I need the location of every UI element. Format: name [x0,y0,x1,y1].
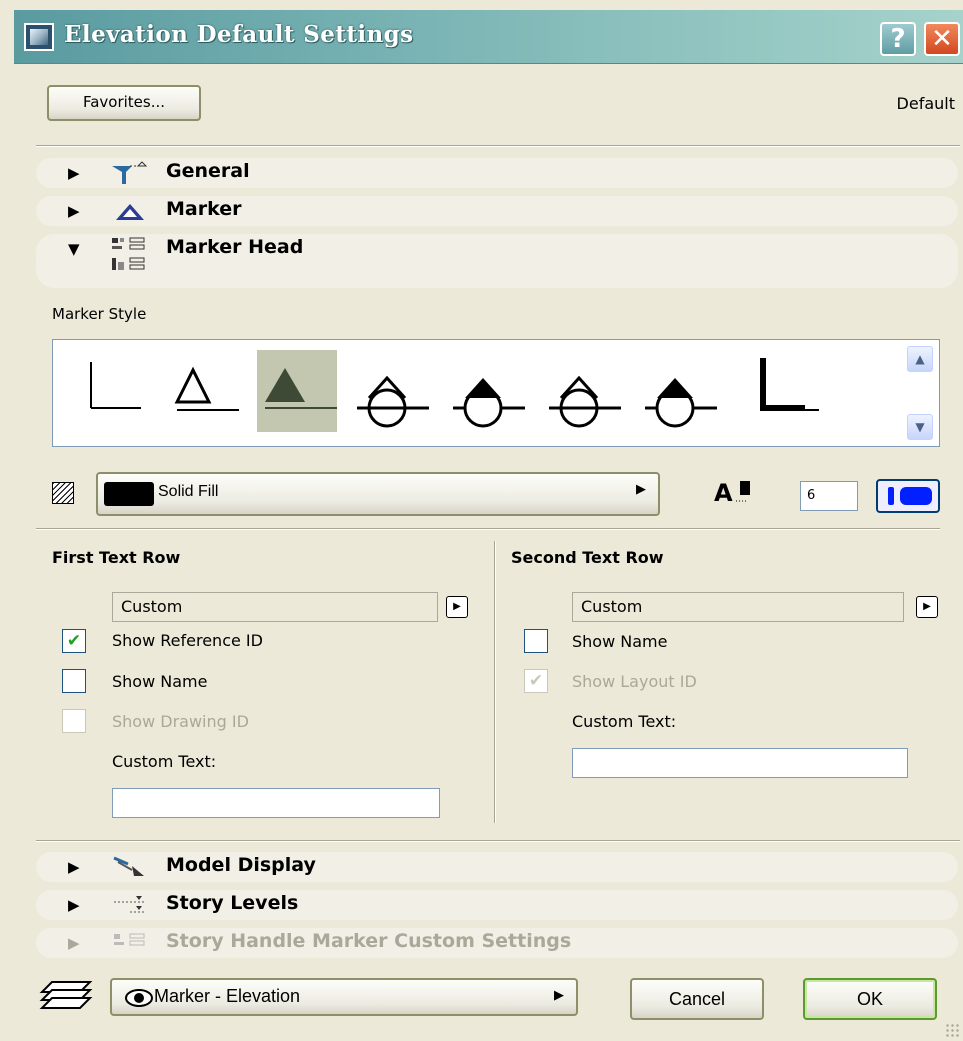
collapse-arrow-icon: ▼ [68,240,80,258]
cancel-button[interactable]: Cancel [630,978,764,1020]
divider [36,145,960,147]
first-row-text-combo[interactable]: Custom [112,592,438,622]
marker-style-list[interactable]: ▲ ▼ [52,339,940,447]
close-button[interactable]: ✕ [924,22,960,56]
layer-dropdown[interactable]: Marker - Elevation ▶ [110,978,578,1016]
section-story-levels[interactable]: ▶ Story Levels [36,890,958,920]
first-row-combo-arrow-button[interactable]: ▶ [446,596,468,618]
second-show-name-checkbox[interactable] [524,629,548,653]
marker-style-corner-line-icon[interactable] [77,350,157,432]
section-label-story-levels: Story Levels [166,892,299,914]
divider [36,528,940,530]
pen-color-button[interactable] [876,479,940,513]
model-display-icon [113,856,144,876]
scroll-up-button[interactable]: ▲ [907,346,933,372]
marker-style-circle-cross-2-icon[interactable] [543,350,623,432]
second-custom-text-label: Custom Text: [572,712,677,731]
app-icon [24,23,54,51]
story-handle-marker-icon [114,933,145,946]
fill-swatch [104,482,154,506]
section-label-marker: Marker [166,198,242,220]
marker-style-triangle-filled-icon[interactable] [257,350,337,432]
show-reference-id-label: Show Reference ID [112,631,263,650]
marker-head-icon [112,237,145,270]
expand-arrow-icon: ▶ [68,858,80,876]
section-label-general: General [166,160,250,182]
marker-style-circle-half-icon[interactable] [447,350,527,432]
scroll-down-button[interactable]: ▼ [907,414,933,440]
expand-arrow-icon: ▶ [68,896,80,914]
first-text-row-title: First Text Row [52,548,181,567]
section-marker[interactable]: ▶ Marker [36,196,958,226]
second-row-custom-text-input[interactable] [572,748,908,778]
section-marker-head[interactable]: ▼ Marker Head [36,234,958,288]
section-label-marker-head: Marker Head [166,236,304,258]
text-pen-icon: A [714,479,751,507]
expand-arrow-icon: ▶ [68,164,80,182]
dropdown-arrow-icon: ▶ [554,988,564,1003]
expand-arrow-icon: ▶ [68,934,80,952]
second-row-combo-arrow-button[interactable]: ▶ [916,596,938,618]
resize-grip[interactable] [945,1023,959,1037]
show-drawing-id-label: Show Drawing ID [112,712,249,731]
second-row-text-combo[interactable]: Custom [572,592,904,622]
divider [36,840,960,842]
show-layout-id-checkbox: ✔ [524,669,548,693]
marker-icon [116,204,144,220]
second-text-row-title: Second Text Row [511,548,664,567]
section-general[interactable]: ▶ General [36,158,958,188]
eye-icon [125,989,153,1007]
show-drawing-id-checkbox [62,709,86,733]
fill-type-value: Solid Fill [158,483,219,500]
help-button[interactable]: ? [880,22,916,56]
marker-style-circle-cross-icon[interactable] [351,350,431,432]
marker-style-triangle-outline-icon[interactable] [163,350,243,432]
show-layout-id-label: Show Layout ID [572,672,697,691]
marker-style-circle-half-2-icon[interactable] [639,350,719,432]
layer-value: Marker - Elevation [154,986,301,1006]
marker-style-corner-thick-icon[interactable] [743,350,823,432]
second-show-name-label: Show Name [572,632,668,651]
default-label: Default [896,94,955,113]
expand-arrow-icon: ▶ [68,202,80,220]
dropdown-arrow-icon: ▶ [636,482,646,497]
title-bar[interactable]: Elevation Default Settings ? ✕ [14,10,963,64]
section-story-handle-marker: ▶ Story Handle Marker Custom Settings [36,928,958,958]
section-model-display[interactable]: ▶ Model Display [36,852,958,882]
show-reference-id-checkbox[interactable]: ✔ [62,629,86,653]
ok-button[interactable]: OK [803,978,937,1020]
window-title: Elevation Default Settings [64,21,414,48]
marker-style-label: Marker Style [52,305,147,323]
show-name-checkbox[interactable] [62,669,86,693]
column-divider [494,541,496,823]
section-label-story-handle-marker: Story Handle Marker Custom Settings [166,930,572,952]
general-settings-icon [112,161,148,184]
fill-pattern-icon [52,482,74,504]
story-levels-icon [114,896,146,913]
show-name-label: Show Name [112,672,208,691]
fill-type-dropdown[interactable]: Solid Fill ▶ [96,472,660,516]
custom-text-label: Custom Text: [112,752,217,771]
first-row-custom-text-input[interactable] [112,788,440,818]
layers-icon [39,981,93,1009]
pen-number-input[interactable]: 6 [800,481,858,511]
section-label-model-display: Model Display [166,854,316,876]
favorites-button[interactable]: Favorites... [47,85,201,121]
